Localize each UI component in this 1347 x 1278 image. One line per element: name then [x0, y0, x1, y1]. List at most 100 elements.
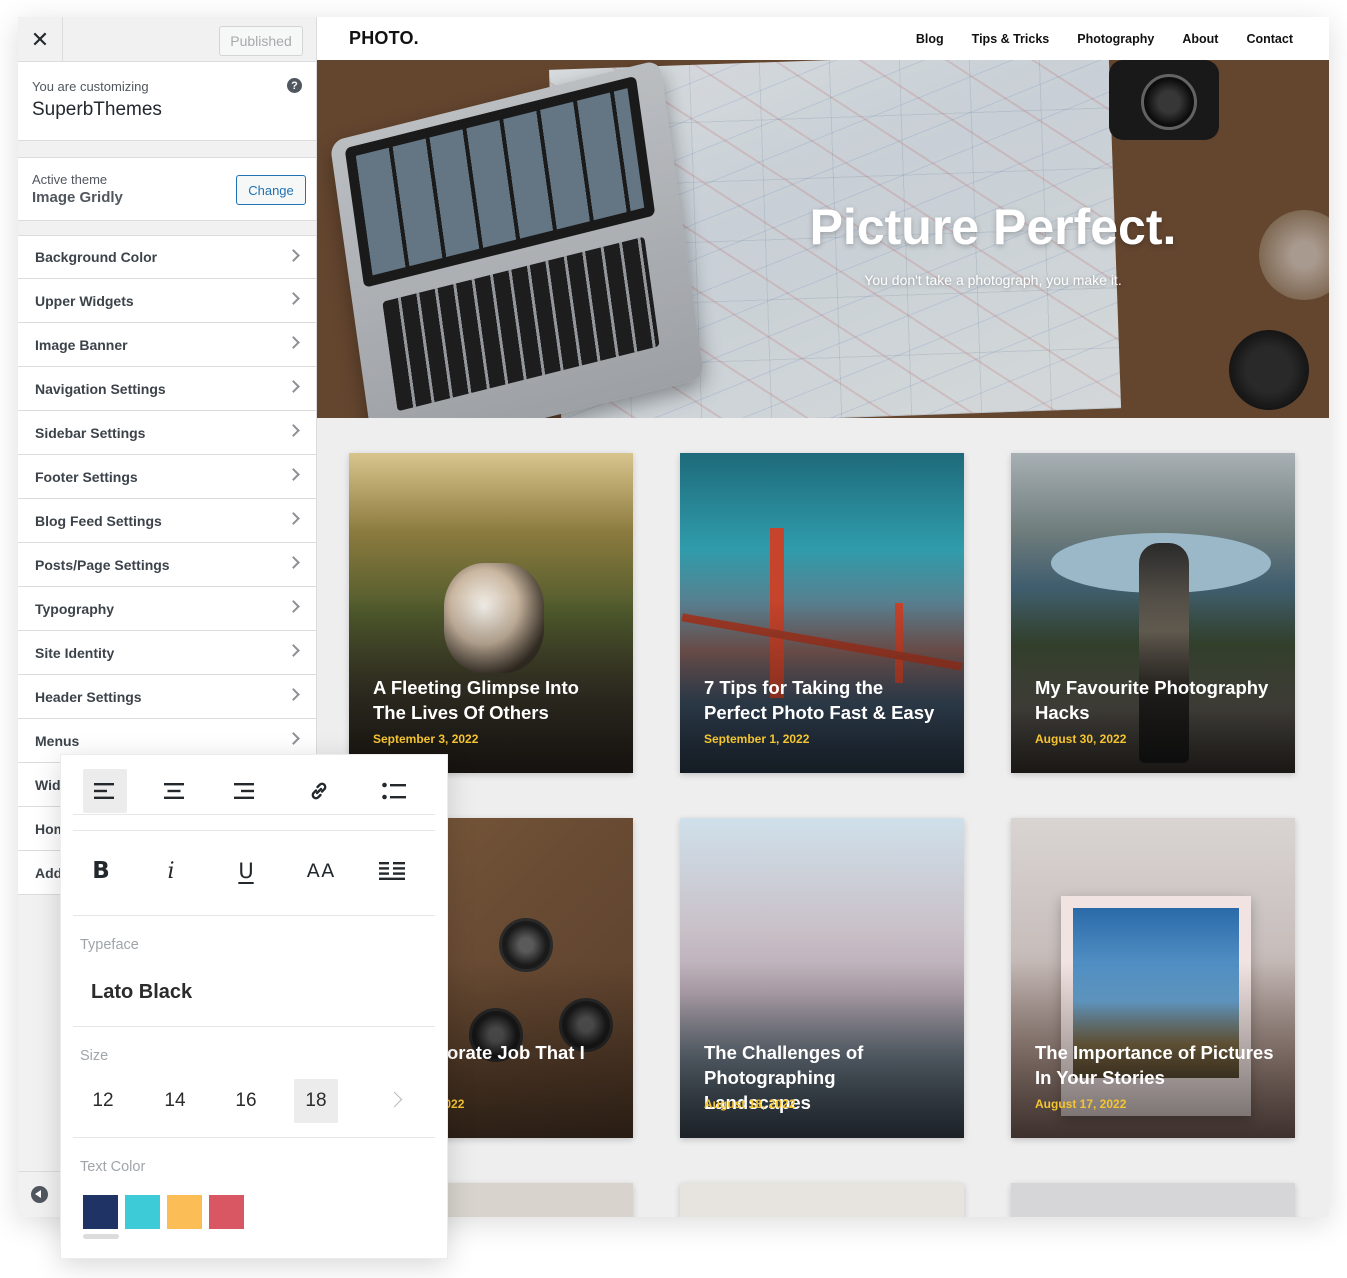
- post-card[interactable]: The Challenges of Photographing Landscap…: [680, 818, 964, 1138]
- menu-item-typography[interactable]: Typography: [18, 587, 316, 631]
- nav-link-photography[interactable]: Photography: [1077, 32, 1154, 46]
- post-title[interactable]: The Importance of Pictures In Your Stori…: [1035, 1040, 1275, 1090]
- text-format-panel: B i U AA Typeface Lato Black Size 12 14 …: [60, 754, 448, 1259]
- panel-divider: [73, 830, 435, 831]
- size-label: Size: [80, 1048, 109, 1064]
- typeface-select[interactable]: Lato Black: [91, 981, 192, 1004]
- menu-item-footer-settings[interactable]: Footer Settings: [18, 455, 316, 499]
- align-left-icon[interactable]: [83, 769, 127, 813]
- hero-subtitle: You don't take a photograph, you make it…: [864, 272, 1122, 288]
- underline-glyph: U: [238, 859, 254, 883]
- post-card[interactable]: My Favourite Photography Hacks August 30…: [1011, 453, 1295, 773]
- site-logo[interactable]: PHOTO.: [349, 28, 419, 49]
- chevron-right-icon: [287, 249, 300, 262]
- post-date: September 1, 2022: [704, 732, 810, 746]
- menu-item-label: Blog Feed Settings: [35, 512, 162, 529]
- color-swatches: [83, 1195, 244, 1229]
- align-center-icon[interactable]: [152, 769, 196, 813]
- style-toolbar: B i U AA: [73, 847, 435, 895]
- published-button[interactable]: Published: [219, 26, 303, 56]
- bold-glyph: B: [92, 858, 110, 884]
- customizing-label: You are customizing: [32, 79, 149, 94]
- menu-item-label: Typography: [35, 600, 115, 617]
- menu-item-sidebar-settings[interactable]: Sidebar Settings: [18, 411, 316, 455]
- font-size-glyph: AA: [306, 860, 336, 882]
- post-card[interactable]: The Importance of Pictures In Your Stori…: [1011, 818, 1295, 1138]
- underline-icon[interactable]: U: [224, 849, 268, 893]
- post-title[interactable]: A Fleeting Glimpse Into The Lives Of Oth…: [373, 675, 613, 725]
- post-date: August 18, 2022: [704, 1097, 796, 1111]
- site-title: SuperbThemes: [32, 99, 162, 120]
- post-card[interactable]: [1011, 1183, 1295, 1217]
- bullet-list-icon[interactable]: [372, 769, 416, 813]
- post-card[interactable]: A Fleeting Glimpse Into The Lives Of Oth…: [349, 453, 633, 773]
- size-options: 12 14 16 18: [81, 1079, 426, 1123]
- bold-icon[interactable]: B: [79, 849, 123, 893]
- italic-glyph: i: [167, 858, 175, 884]
- size-option-18[interactable]: 18: [294, 1079, 338, 1123]
- color-swatch-red[interactable]: [209, 1195, 244, 1229]
- color-swatch-navy[interactable]: [83, 1195, 118, 1229]
- nav-link-about[interactable]: About: [1182, 32, 1218, 46]
- change-theme-button[interactable]: Change: [236, 175, 306, 205]
- close-icon: ✕: [30, 26, 50, 52]
- post-date: September 3, 2022: [373, 732, 479, 746]
- menu-item-navigation-settings[interactable]: Navigation Settings: [18, 367, 316, 411]
- chevron-right-icon: [287, 468, 300, 481]
- post-date: August 17, 2022: [1035, 1097, 1127, 1111]
- typeface-label: Typeface: [80, 937, 139, 953]
- hero-banner: Picture Perfect. You don't take a photog…: [317, 60, 1329, 418]
- chevron-right-icon: [287, 556, 300, 569]
- card-overlay: [680, 453, 964, 773]
- menu-item-site-identity[interactable]: Site Identity: [18, 631, 316, 675]
- menu-item-label: Upper Widgets: [35, 292, 134, 309]
- panel-divider: [73, 1026, 435, 1027]
- post-date: August 30, 2022: [1035, 732, 1127, 746]
- post-card[interactable]: 7 Tips for Taking the Perfect Photo Fast…: [680, 453, 964, 773]
- menu-item-label: Navigation Settings: [35, 380, 166, 397]
- site-nav: Blog Tips & Tricks Photography About Con…: [916, 32, 1293, 46]
- color-swatch-yellow[interactable]: [167, 1195, 202, 1229]
- justify-icon[interactable]: [370, 849, 414, 893]
- card-overlay: [349, 453, 633, 773]
- card-overlay: [1011, 818, 1295, 1138]
- font-size-icon[interactable]: AA: [299, 849, 343, 893]
- help-icon[interactable]: ?: [287, 78, 302, 93]
- chevron-right-icon: [287, 424, 300, 437]
- menu-item-label: Sidebar Settings: [35, 424, 146, 441]
- size-option-16[interactable]: 16: [224, 1079, 268, 1123]
- customizer-info: You are customizing SuperbThemes ?: [18, 62, 316, 141]
- size-option-12[interactable]: 12: [81, 1079, 125, 1123]
- panel-divider: [73, 1137, 435, 1138]
- align-right-icon[interactable]: [221, 769, 265, 813]
- text-color-label: Text Color: [80, 1159, 146, 1175]
- menu-item-image-banner[interactable]: Image Banner: [18, 323, 316, 367]
- nav-link-contact[interactable]: Contact: [1246, 32, 1293, 46]
- nav-link-tips-tricks[interactable]: Tips & Tricks: [972, 32, 1050, 46]
- chevron-right-icon: [287, 732, 300, 745]
- menu-item-label: Posts/Page Settings: [35, 556, 170, 573]
- post-title[interactable]: 7 Tips for Taking the Perfect Photo Fast…: [704, 675, 944, 725]
- close-button[interactable]: ✕: [18, 17, 63, 62]
- chevron-right-icon: [287, 380, 300, 393]
- menu-item-posts-page-settings[interactable]: Posts/Page Settings: [18, 543, 316, 587]
- selected-color-indicator: [83, 1234, 119, 1239]
- post-card[interactable]: [680, 1183, 964, 1217]
- link-icon[interactable]: [297, 769, 341, 813]
- nav-link-blog[interactable]: Blog: [916, 32, 944, 46]
- color-swatch-cyan[interactable]: [125, 1195, 160, 1229]
- menu-item-blog-feed-settings[interactable]: Blog Feed Settings: [18, 499, 316, 543]
- chevron-right-icon[interactable]: [386, 1091, 403, 1108]
- menu-item-upper-widgets[interactable]: Upper Widgets: [18, 279, 316, 323]
- post-title[interactable]: My Favourite Photography Hacks: [1035, 675, 1275, 725]
- collapse-sidebar-icon[interactable]: [31, 1186, 48, 1203]
- chevron-right-icon: [287, 512, 300, 525]
- menu-item-background-color[interactable]: Background Color: [18, 235, 316, 279]
- menu-item-header-settings[interactable]: Header Settings: [18, 675, 316, 719]
- menu-item-label: Header Settings: [35, 688, 142, 705]
- italic-icon[interactable]: i: [149, 849, 193, 893]
- menu-item-label: Site Identity: [35, 644, 115, 661]
- card-overlay: [1011, 453, 1295, 773]
- menu-item-label: Footer Settings: [35, 468, 138, 485]
- size-option-14[interactable]: 14: [153, 1079, 197, 1123]
